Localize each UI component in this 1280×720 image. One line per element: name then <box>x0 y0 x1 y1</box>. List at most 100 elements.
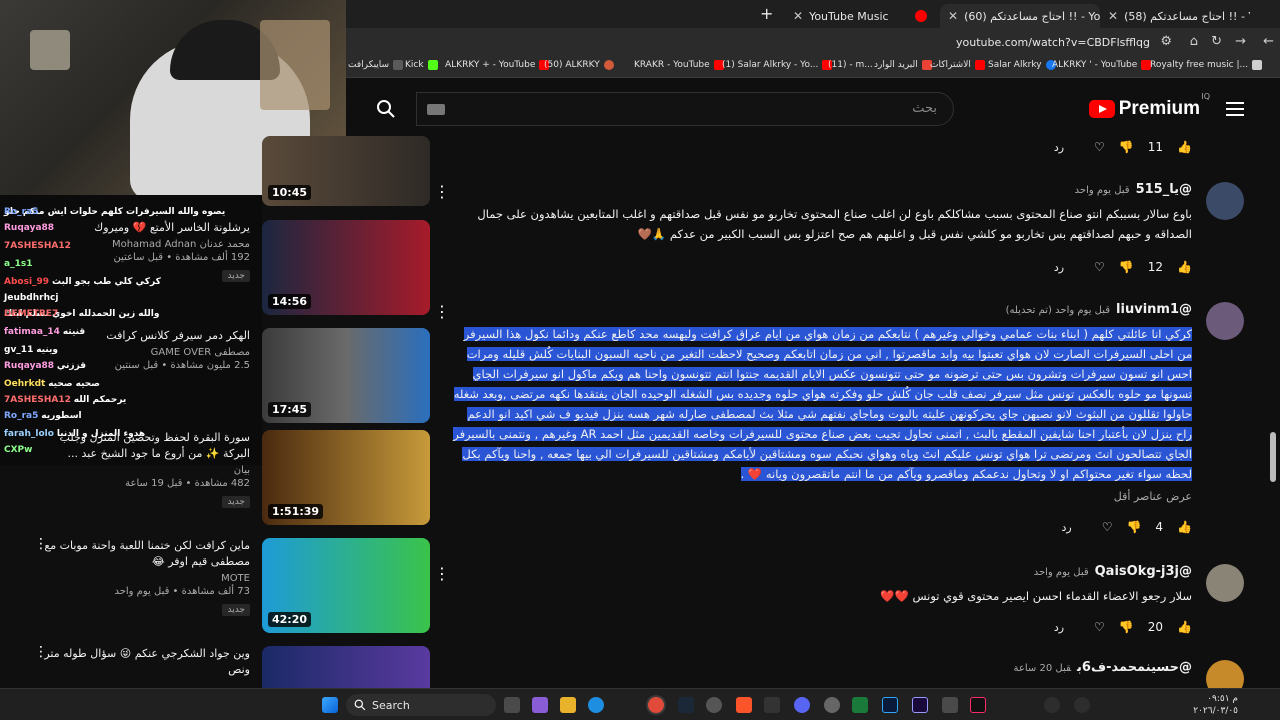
reload-icon[interactable]: ↻ <box>1211 34 1222 49</box>
tab-youtube-music[interactable]: ✕ YouTube Music <box>785 4 935 28</box>
recommended-video[interactable]: 17:45 الهكر دمر سيرفر كلانس كرافت مصطفى … <box>0 328 430 428</box>
like-icon[interactable]: 👍 <box>1177 140 1192 154</box>
tiktok-icon[interactable] <box>970 697 986 713</box>
more-options-icon[interactable]: ⋮ <box>434 564 450 583</box>
tab-video-active[interactable]: ✕ (60) احتاج مساعدتكم !! - YouTube <box>940 4 1100 28</box>
video-thumbnail[interactable] <box>262 646 430 688</box>
back-icon[interactable]: ← <box>1263 34 1274 49</box>
photoshop-icon[interactable] <box>882 697 898 713</box>
bookmark-item[interactable]: Royalty free music |... <box>1150 60 1263 70</box>
like-icon[interactable]: 👍 <box>1177 620 1192 634</box>
scrollbar-thumb[interactable] <box>1270 432 1276 482</box>
premiere-icon[interactable] <box>912 697 928 713</box>
like-icon[interactable]: 👍 <box>1177 260 1192 274</box>
home-icon[interactable]: ⌂ <box>1190 34 1198 49</box>
bookmark-item[interactable]: (50) ALKRKY <box>544 60 614 70</box>
show-less-link[interactable]: عرض عناصر أقل <box>1114 490 1192 503</box>
heart-icon[interactable]: ♡ <box>1102 520 1113 534</box>
comment-author[interactable]: @يا_515 <box>1136 182 1192 197</box>
bookmark-item[interactable]: البريد الوارد <box>874 60 932 70</box>
avatar[interactable] <box>1206 182 1244 220</box>
recommended-video[interactable]: وين جواد الشكرجي عنكم 😜 سؤال طوله متر ون… <box>0 646 430 688</box>
bookmark-item[interactable]: الاشتراكات <box>930 60 985 70</box>
edge-icon[interactable] <box>588 697 604 713</box>
comment-author[interactable]: @حسينمحمد-ف6ب <box>1077 660 1192 675</box>
search-input[interactable]: بحث <box>416 92 954 126</box>
heart-icon[interactable]: ♡ <box>1094 140 1105 154</box>
avatar[interactable] <box>1206 564 1244 602</box>
close-icon[interactable]: ✕ <box>948 9 958 23</box>
recommended-video[interactable]: 1:51:39 سورة البقرة لحفظ وتحصين المنزل و… <box>0 430 430 530</box>
app-icon[interactable] <box>942 697 958 713</box>
volume-icon[interactable] <box>1074 697 1090 713</box>
bookmark-item[interactable]: (11) - m... <box>828 60 873 70</box>
forward-icon[interactable]: → <box>1235 34 1246 49</box>
new-badge: جديد <box>222 604 250 616</box>
video-thumbnail[interactable]: 1:51:39 <box>262 430 430 525</box>
task-view-icon[interactable] <box>504 697 520 713</box>
windows-start-icon[interactable] <box>322 697 338 713</box>
dislike-icon[interactable]: 👎 <box>1119 620 1134 634</box>
url-text[interactable]: youtube.com/watch?v=CBDFlsfflqg <box>956 36 1150 49</box>
dislike-icon[interactable]: 👎 <box>1119 140 1134 154</box>
youtube-premium-logo[interactable]: Premium IQ <box>1088 92 1210 120</box>
like-count: 4 <box>1155 520 1164 534</box>
avatar[interactable] <box>1206 302 1244 340</box>
dislike-icon[interactable]: 👎 <box>1119 260 1134 274</box>
more-options-icon[interactable]: ⋮ <box>434 302 450 321</box>
video-thumbnail[interactable]: 10:45 <box>262 136 430 206</box>
bookmark-item[interactable]: KRAKR - YouTube <box>634 60 724 70</box>
heart-icon[interactable]: ♡ <box>1094 260 1105 274</box>
comment-author[interactable]: @QaisOkg-j3j <box>1095 564 1192 579</box>
settings-icon[interactable] <box>824 697 840 713</box>
recommended-video[interactable]: 14:56 يرشلونة الخاسر الأمتع 💔 وميروك محم… <box>0 220 430 320</box>
keyboard-icon[interactable] <box>427 104 445 115</box>
chrome-icon[interactable] <box>648 697 664 713</box>
obs-icon[interactable] <box>706 697 722 713</box>
taskbar-search[interactable]: Search <box>346 694 496 716</box>
file-explorer-icon[interactable] <box>560 697 576 713</box>
video-thumbnail[interactable]: 17:45 <box>262 328 430 423</box>
bookmark-item[interactable]: (1) Salar Alkrky - Yo... <box>722 60 833 70</box>
network-icon[interactable] <box>1044 697 1060 713</box>
menu-icon[interactable] <box>1226 102 1244 116</box>
copilot-icon[interactable] <box>532 697 548 713</box>
youtube-music-icon <box>915 10 927 22</box>
reply-button[interactable]: رد <box>1054 261 1064 274</box>
bookmark-item[interactable]: ALKRKY ' - YouTube <box>1052 60 1152 70</box>
close-icon[interactable]: ✕ <box>1108 9 1118 23</box>
tab-video[interactable]: ✕ (58) احتاج مساعدتكم !! - YouTube <box>1100 4 1250 28</box>
more-options-icon[interactable]: ⋮ <box>434 182 450 201</box>
recommended-video[interactable]: 42:20 ماين كرافت لكن ختمنا اللعبة واحنة … <box>0 537 430 638</box>
like-icon[interactable]: 👍 <box>1177 520 1192 534</box>
brave-icon[interactable] <box>736 697 752 713</box>
avatar[interactable] <box>1206 660 1244 688</box>
capcut-icon[interactable] <box>764 697 780 713</box>
comment-author[interactable]: @liuvinm1 <box>1116 302 1192 317</box>
page-scrollbar[interactable] <box>1270 140 1276 680</box>
youtube-play-icon <box>1088 100 1115 118</box>
reply-button[interactable]: رد <box>1054 141 1064 154</box>
more-options-icon[interactable]: ⋮ <box>34 537 48 551</box>
search-button[interactable] <box>360 91 412 127</box>
close-icon[interactable]: ✕ <box>793 9 803 23</box>
more-options-icon[interactable]: ⋮ <box>34 646 48 659</box>
reply-button[interactable]: رد <box>1061 521 1071 534</box>
new-badge: جديد <box>222 270 250 282</box>
video-thumbnail[interactable]: 42:20 <box>262 538 430 633</box>
bookmark-item[interactable]: سايبكرافت <box>348 60 404 70</box>
discord-icon[interactable] <box>794 697 810 713</box>
reply-button[interactable]: رد <box>1054 621 1064 634</box>
clock[interactable]: م ٠٩:٥١ ٢٠٢٦/٠٣/٠٥ <box>1193 693 1238 717</box>
steam-icon[interactable] <box>678 697 694 713</box>
site-info-icon[interactable]: ⚙ <box>1160 34 1172 49</box>
heart-icon[interactable]: ♡ <box>1094 620 1105 634</box>
bookmark-item[interactable]: ALKRKY + - YouTube <box>445 60 550 70</box>
new-tab-button[interactable]: + <box>760 4 773 23</box>
dislike-icon[interactable]: 👎 <box>1126 520 1141 534</box>
video-thumbnail[interactable]: 14:56 <box>262 220 430 315</box>
app-icon[interactable] <box>852 697 868 713</box>
bookmark-item[interactable]: Salar Alkrky <box>988 60 1056 70</box>
bookmark-item[interactable]: Kick <box>405 60 438 70</box>
search-icon <box>354 699 366 711</box>
